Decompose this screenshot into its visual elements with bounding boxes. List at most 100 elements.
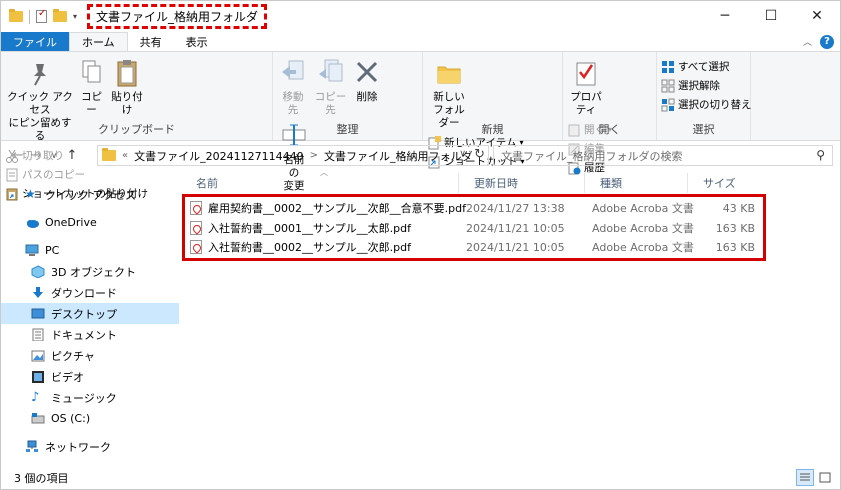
title-bar: ▾ 文書ファイル_格納用フォルダ ─ ☐ ✕ bbox=[1, 1, 840, 32]
sidebar-item-desktop[interactable]: デスクトップ bbox=[1, 303, 179, 324]
pdf-icon bbox=[190, 240, 202, 254]
delete-button[interactable]: 削除 bbox=[352, 56, 382, 106]
organize-group-label: 整理 bbox=[336, 123, 359, 136]
sidebar-item-music[interactable]: ♪ ミュージック bbox=[1, 387, 179, 408]
select-none-button[interactable]: 選択解除 bbox=[661, 77, 752, 94]
file-list: ︿ 名前 更新日時 種類 サイズ 雇用契約書__0002__サンプル__次郎__… bbox=[181, 168, 841, 463]
network-icon bbox=[25, 440, 39, 453]
sidebar-item-pc[interactable]: PC bbox=[1, 240, 179, 261]
move-to-icon bbox=[279, 58, 307, 88]
column-header-size[interactable]: サイズ bbox=[688, 173, 766, 193]
sidebar-item-videos[interactable]: ビデオ bbox=[1, 366, 179, 387]
sidebar-item-label: ピクチャ bbox=[51, 349, 95, 363]
table-row[interactable]: 入社誓約書__0002__サンプル__次郎.pdf 2024/11/21 10:… bbox=[185, 237, 763, 257]
details-view-icon[interactable] bbox=[796, 469, 814, 486]
collapse-ribbon-icon[interactable]: ︿ bbox=[803, 35, 812, 48]
sidebar-item-onedrive[interactable]: OneDrive bbox=[1, 212, 179, 233]
select-none-icon bbox=[661, 79, 675, 93]
invert-selection-icon bbox=[661, 98, 675, 112]
sidebar-item-3d-objects[interactable]: 3D オブジェクト bbox=[1, 261, 179, 282]
file-name: 入社誓約書__0002__サンプル__次郎.pdf bbox=[208, 241, 411, 254]
breadcrumb-item[interactable]: 文書ファイル_20241127114440 bbox=[134, 148, 303, 164]
sidebar-item-network[interactable]: ネットワーク bbox=[1, 436, 179, 457]
sidebar-item-label: ビデオ bbox=[51, 370, 84, 384]
breadcrumb-item[interactable]: 文書ファイル_格納用フォルダ bbox=[324, 148, 473, 164]
new-folder-icon bbox=[435, 58, 463, 88]
help-icon[interactable]: ? bbox=[820, 34, 834, 49]
move-to-button[interactable]: 移動先 bbox=[277, 56, 309, 119]
sidebar-item-label: ネットワーク bbox=[45, 440, 111, 454]
properties-label: プロパティ bbox=[570, 91, 602, 116]
drive-icon bbox=[31, 412, 45, 425]
close-button[interactable]: ✕ bbox=[794, 1, 840, 31]
select-group: すべて選択 選択解除 選択の切り替え 選択 bbox=[657, 52, 752, 140]
sidebar-item-label: ミュージック bbox=[51, 391, 117, 405]
select-all-button[interactable]: すべて選択 bbox=[661, 58, 752, 75]
pdf-icon bbox=[190, 201, 202, 215]
invert-selection-button[interactable]: 選択の切り替え bbox=[661, 96, 752, 113]
sidebar-item-downloads[interactable]: ダウンロード bbox=[1, 282, 179, 303]
back-arrow-icon[interactable]: ← bbox=[9, 148, 27, 163]
new-folder-icon[interactable] bbox=[53, 9, 67, 22]
table-row[interactable]: 入社誓約書__0001__サンプル__太郎.pdf 2024/11/21 10:… bbox=[185, 218, 763, 238]
large-icons-view-icon[interactable] bbox=[816, 469, 834, 486]
sidebar-item-label: OS (C:) bbox=[51, 412, 91, 425]
cloud-icon bbox=[25, 216, 39, 229]
new-group: 新しい フォルダー 新しいアイテム ▾ ショートカット ▾ 新規 bbox=[423, 52, 563, 168]
paste-label: 貼り付け bbox=[111, 91, 143, 116]
file-type: Adobe Acroba 文書 bbox=[592, 202, 694, 215]
cube-icon bbox=[31, 265, 45, 279]
select-group-label: 選択 bbox=[692, 123, 715, 136]
search-placeholder: 文書ファイル_格納用フォルダの検索 bbox=[501, 149, 683, 163]
tab-file[interactable]: ファイル bbox=[1, 32, 69, 51]
file-type: Adobe Acroba 文書 bbox=[592, 241, 694, 254]
file-size: 43 KB bbox=[722, 201, 755, 215]
document-icon bbox=[31, 328, 45, 342]
column-header-name[interactable]: 名前 bbox=[181, 173, 459, 193]
quick-access-toolbar: ▾ bbox=[9, 8, 77, 24]
sidebar-item-label: ドキュメント bbox=[51, 328, 117, 342]
new-group-label: 新規 bbox=[481, 123, 504, 136]
sidebar-item-label: OneDrive bbox=[45, 216, 97, 229]
tab-share[interactable]: 共有 bbox=[128, 32, 174, 51]
sidebar-item-pictures[interactable]: ピクチャ bbox=[1, 345, 179, 366]
sidebar-item-os-c[interactable]: OS (C:) bbox=[1, 408, 179, 429]
column-header-type[interactable]: 種類 bbox=[585, 173, 688, 193]
forward-arrow-icon[interactable]: → bbox=[27, 148, 45, 163]
refresh-icon[interactable]: ↻ bbox=[474, 147, 485, 162]
music-note-icon: ♪ bbox=[31, 390, 40, 405]
table-row[interactable]: 雇用契約書__0002__サンプル__次郎__合意不要.pdf 2024/11/… bbox=[185, 198, 763, 218]
chevron-down-icon[interactable]: ▾ bbox=[73, 12, 77, 21]
copy-to-icon bbox=[317, 58, 345, 88]
tab-view[interactable]: 表示 bbox=[174, 32, 220, 51]
file-type: Adobe Acroba 文書 bbox=[592, 222, 694, 235]
copy-icon bbox=[81, 58, 103, 88]
sidebar-item-label: デスクトップ bbox=[51, 307, 117, 321]
file-size: 163 KB bbox=[715, 240, 755, 254]
properties-icon[interactable] bbox=[36, 8, 47, 23]
file-size: 163 KB bbox=[715, 221, 755, 235]
up-arrow-icon[interactable]: ↑ bbox=[63, 148, 81, 163]
maximize-button[interactable]: ☐ bbox=[748, 1, 794, 31]
tab-home[interactable]: ホーム bbox=[69, 32, 128, 51]
clipboard-group: クイック アクセス にピン留めする コピー 貼り付け 切り取り パスのコピー シ… bbox=[1, 52, 273, 200]
overflow-chevron-icon[interactable]: « bbox=[122, 150, 128, 161]
address-row: ← → ∨ ↑ « 文書ファイル_20241127114440 > 文書ファイル… bbox=[1, 142, 840, 168]
chevron-down-icon[interactable]: ∨ bbox=[459, 149, 466, 159]
minimize-button[interactable]: ─ bbox=[702, 1, 748, 31]
paste-button[interactable]: 貼り付け bbox=[108, 56, 146, 119]
sidebar-item-quick-access[interactable]: ★ クイック アクセス bbox=[1, 184, 179, 205]
recent-chevron-icon[interactable]: ∨ bbox=[45, 151, 63, 160]
picture-icon bbox=[31, 349, 45, 362]
search-input[interactable]: 文書ファイル_格納用フォルダの検索 ⚲ bbox=[493, 145, 833, 166]
folder-icon bbox=[9, 9, 23, 22]
copy-button[interactable]: コピー bbox=[79, 56, 105, 119]
properties-button[interactable]: プロパティ bbox=[567, 56, 605, 119]
sidebar-item-documents[interactable]: ドキュメント bbox=[1, 324, 179, 345]
column-header-date[interactable]: 更新日時 bbox=[459, 173, 585, 193]
video-icon bbox=[31, 370, 45, 383]
clipboard-icon bbox=[113, 58, 141, 88]
window-title: 文書ファイル_格納用フォルダ bbox=[87, 4, 268, 29]
copy-to-button[interactable]: コピー先 bbox=[313, 56, 349, 119]
address-bar[interactable]: « 文書ファイル_20241127114440 > 文書ファイル_格納用フォルダ… bbox=[97, 145, 489, 166]
